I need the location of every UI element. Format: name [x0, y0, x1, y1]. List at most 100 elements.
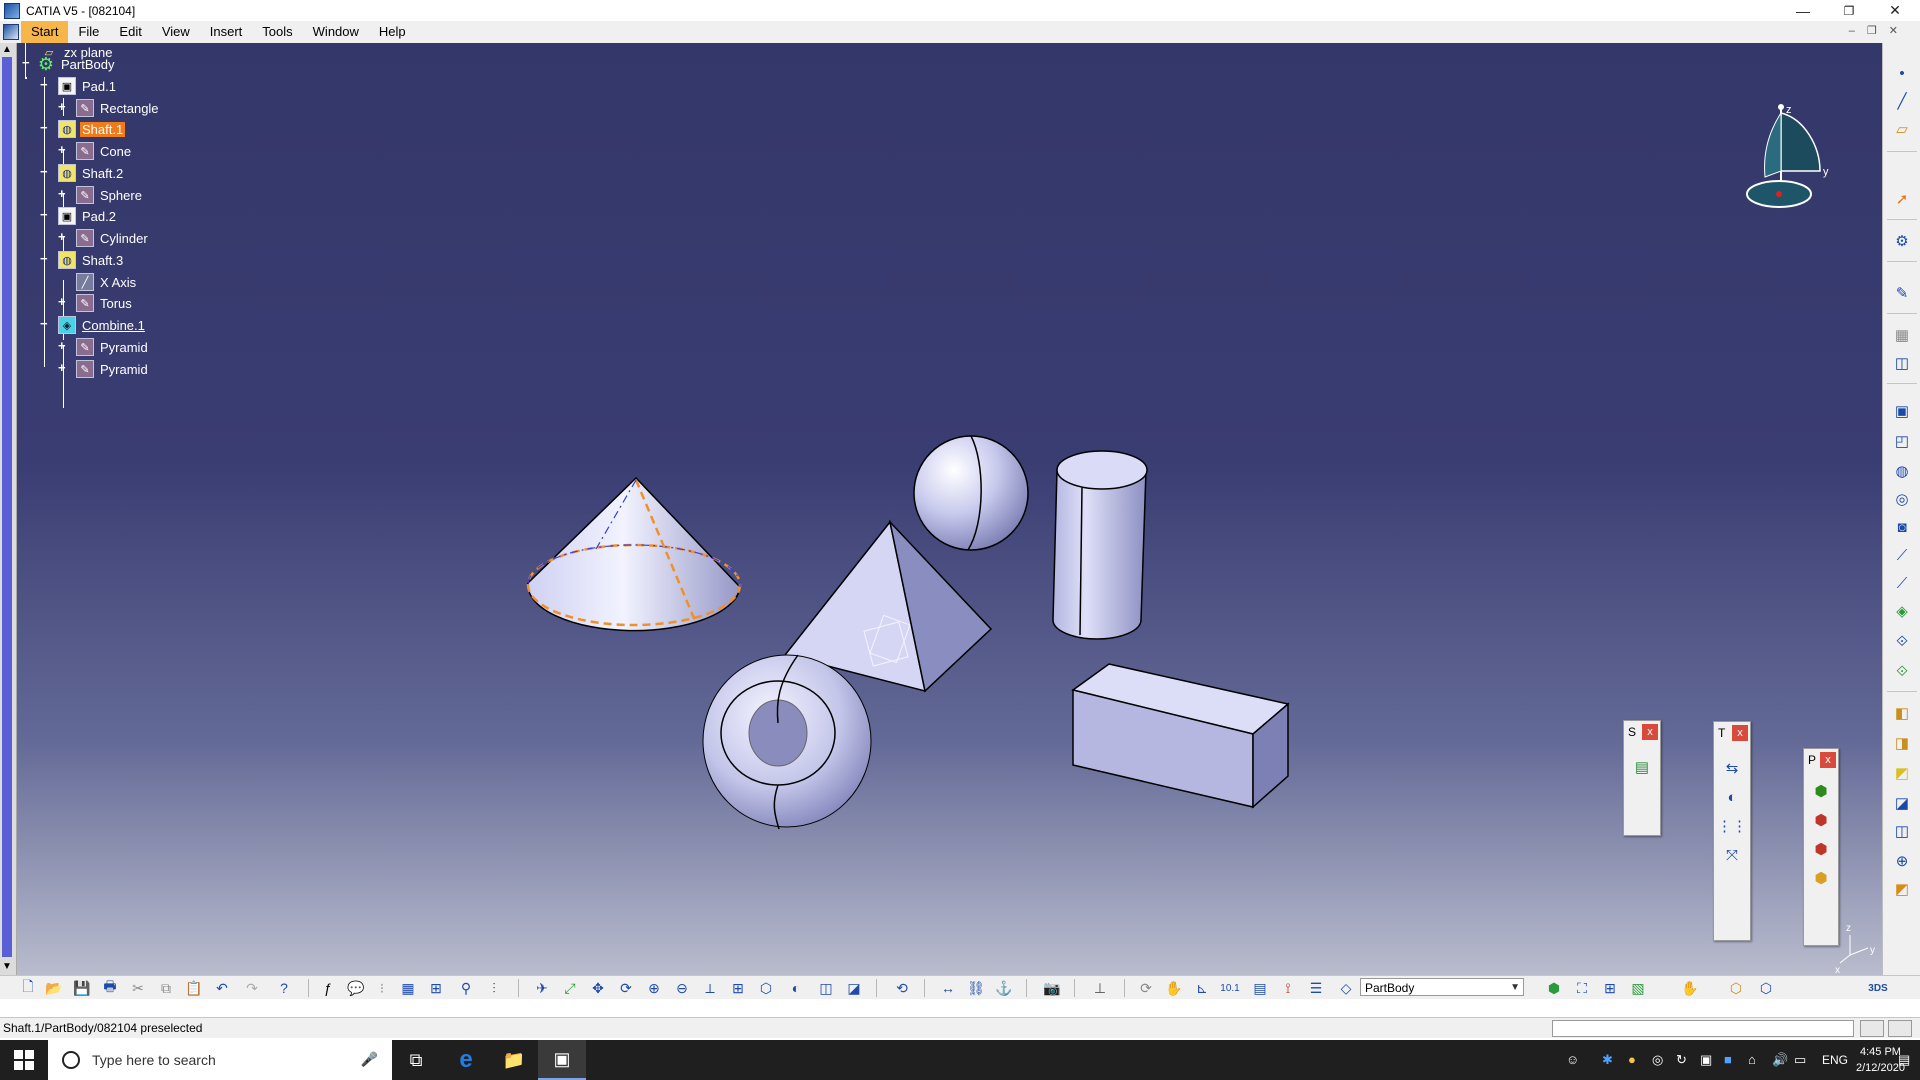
knowledge-advisor-icon[interactable]: ⛶ [1572, 978, 1592, 998]
anchor-icon[interactable]: ⚓ [994, 978, 1014, 998]
zoom-in-icon[interactable]: ⊕ [644, 978, 664, 998]
pattern-icon[interactable]: ⋮⋮ [1717, 814, 1747, 838]
tree-node-pad-2[interactable]: ▣ Pad.2 [58, 206, 118, 226]
sketch-analysis-icon[interactable]: ⊥ [1090, 978, 1110, 998]
people-icon[interactable]: ☺ [1566, 1052, 1579, 1067]
measure-icon[interactable]: ⚲ [456, 978, 476, 998]
gear-icon[interactable]: ⚙ [1892, 231, 1912, 251]
torus-solid[interactable] [702, 654, 872, 830]
slot-icon[interactable]: ⟋ [1892, 573, 1912, 593]
tree-node-rectangle[interactable]: ✎ Rectangle [76, 98, 161, 118]
sketcher-icon[interactable]: ✎ [1892, 283, 1912, 303]
expand-icon[interactable]: + [58, 187, 67, 200]
expand-icon[interactable]: + [58, 100, 67, 113]
scale-icon[interactable]: ⤧ [1720, 843, 1744, 867]
scroll-up-icon[interactable]: ▲ [2, 44, 12, 55]
shading-icon[interactable]: ◐ [786, 978, 806, 998]
boolean-union-trim-icon[interactable]: ⬢ [1809, 866, 1833, 890]
constraint-icon[interactable]: ⛓ [966, 978, 986, 998]
insert-body-icon[interactable]: ⬢ [1544, 978, 1564, 998]
tools-palette-icon[interactable]: ✋ [1680, 978, 1700, 998]
decimal-icon[interactable]: 10.1 [1220, 978, 1240, 998]
palette-close-button[interactable]: x [1642, 724, 1658, 740]
edge-browser-icon[interactable]: e [442, 1040, 490, 1080]
tree-node-partbody[interactable]: ⚙ PartBody [37, 54, 116, 74]
tree-node-torus[interactable]: ✎ Torus [76, 293, 134, 313]
collapse-icon[interactable]: − [40, 165, 49, 178]
plane-icon[interactable]: ▱ [1892, 119, 1912, 139]
fit-all-icon[interactable]: ⤢ [560, 978, 580, 998]
zoom-out-icon[interactable]: ⊖ [672, 978, 692, 998]
collapse-icon[interactable]: − [40, 121, 49, 134]
line-icon[interactable]: ╱ [1892, 91, 1912, 111]
rib-icon[interactable]: ⟋ [1892, 545, 1912, 565]
file-explorer-icon[interactable]: 📁 [490, 1040, 538, 1080]
microphone-icon[interactable]: 🎤 [361, 1051, 378, 1068]
chrome-tray-icon[interactable]: ◎ [1652, 1052, 1663, 1068]
rotate-icon[interactable]: ⟳ [616, 978, 636, 998]
axis-system-icon[interactable]: ⊾ [1192, 978, 1212, 998]
table-icon[interactable]: ▦ [398, 978, 418, 998]
capture-icon[interactable]: 📷 [1042, 978, 1062, 998]
tree-node-combine-1[interactable]: ◈ Combine.1 [58, 315, 147, 335]
restore-button[interactable]: ❐ [1826, 0, 1872, 21]
expand-icon[interactable]: + [58, 361, 67, 374]
chamfer-icon[interactable]: ◨ [1892, 733, 1912, 753]
shaft-icon[interactable]: ◍ [1892, 461, 1912, 481]
multi-view-icon[interactable]: ⊞ [728, 978, 748, 998]
print-icon[interactable]: 🖶 [100, 978, 120, 998]
scrollbar-thumb[interactable] [2, 57, 12, 957]
menu-insert[interactable]: Insert [200, 21, 253, 43]
tree-node-sphere[interactable]: ✎ Sphere [76, 185, 144, 205]
dimension-icon[interactable]: ↔ [938, 978, 958, 998]
layer-filter-icon[interactable]: ▤ [1630, 755, 1654, 779]
current-body-select[interactable]: PartBody ▼ [1360, 978, 1524, 996]
palette-close-button[interactable]: x [1732, 725, 1748, 741]
boolean-intersect-icon[interactable]: ⬢ [1809, 837, 1833, 861]
catia-taskbar-icon[interactable]: ▣ [538, 1040, 586, 1080]
tree-node-shaft-2[interactable]: ◍ Shaft.2 [58, 163, 125, 183]
boolean-remove-icon[interactable]: ⬢ [1809, 808, 1833, 832]
tray-app2-icon[interactable]: ▣ [1700, 1052, 1712, 1068]
tree-node-pyramid[interactable]: ✎ Pyramid [76, 337, 150, 357]
new-icon[interactable]: 🗋 [18, 978, 38, 998]
cycle-icon[interactable]: ⟳ [1136, 978, 1156, 998]
hand-icon[interactable]: ✋ [1164, 978, 1184, 998]
action-center-icon[interactable]: ▤ [1898, 1052, 1910, 1068]
whats-this-icon[interactable]: ? [274, 978, 294, 998]
catalog-browser-icon[interactable]: ⊞ [1600, 978, 1620, 998]
palette-close-button[interactable]: x [1820, 752, 1836, 768]
hole-icon[interactable]: ◙ [1892, 517, 1912, 537]
undo-icon[interactable]: ↶ [212, 978, 232, 998]
tree-node-pyramid-2[interactable]: ✎ Pyramid [76, 359, 150, 379]
render-style-icon[interactable]: ⟟ [1278, 978, 1298, 998]
cone-solid[interactable] [526, 476, 742, 632]
menu-window[interactable]: Window [303, 21, 369, 43]
tree-node-shaft-1[interactable]: ◍ Shaft.1 [58, 119, 126, 139]
fly-mode-icon[interactable]: ✈ [532, 978, 552, 998]
open-icon[interactable]: 📂 [44, 978, 64, 998]
tray-app3-icon[interactable]: ■ [1724, 1052, 1732, 1067]
bluetooth-icon[interactable]: ✱ [1602, 1052, 1613, 1068]
palette-s[interactable]: Sx ▤ [1623, 720, 1661, 836]
box-solid[interactable] [1071, 663, 1290, 809]
layer-icon[interactable]: ▤ [1250, 978, 1270, 998]
mirror-icon[interactable]: ◐ [1720, 785, 1744, 809]
collapse-icon[interactable]: − [40, 252, 49, 265]
tree-node-x-axis[interactable]: ╱ X Axis [76, 272, 138, 292]
select-arrow-icon[interactable]: ➚ [1892, 189, 1912, 209]
multi-sections-icon[interactable]: ⟐ [1892, 631, 1912, 651]
cut-icon[interactable]: ✂ [128, 978, 148, 998]
command-history-button[interactable] [1860, 1020, 1884, 1037]
expand-icon[interactable]: + [58, 230, 67, 243]
snap-icon[interactable]: ⬡ [1756, 978, 1776, 998]
expand-icon[interactable]: + [58, 339, 67, 352]
sync-icon[interactable]: ↻ [1676, 1052, 1687, 1068]
paste-icon[interactable]: 📋 [184, 978, 204, 998]
list-icon[interactable]: ☰ [1306, 978, 1326, 998]
task-view-icon[interactable]: ⧉ [392, 1040, 440, 1080]
redo-icon[interactable]: ↷ [242, 978, 262, 998]
command-input[interactable] [1552, 1020, 1854, 1037]
collapse-icon[interactable]: − [22, 56, 31, 69]
volume-icon[interactable]: 🔊 [1772, 1052, 1788, 1068]
